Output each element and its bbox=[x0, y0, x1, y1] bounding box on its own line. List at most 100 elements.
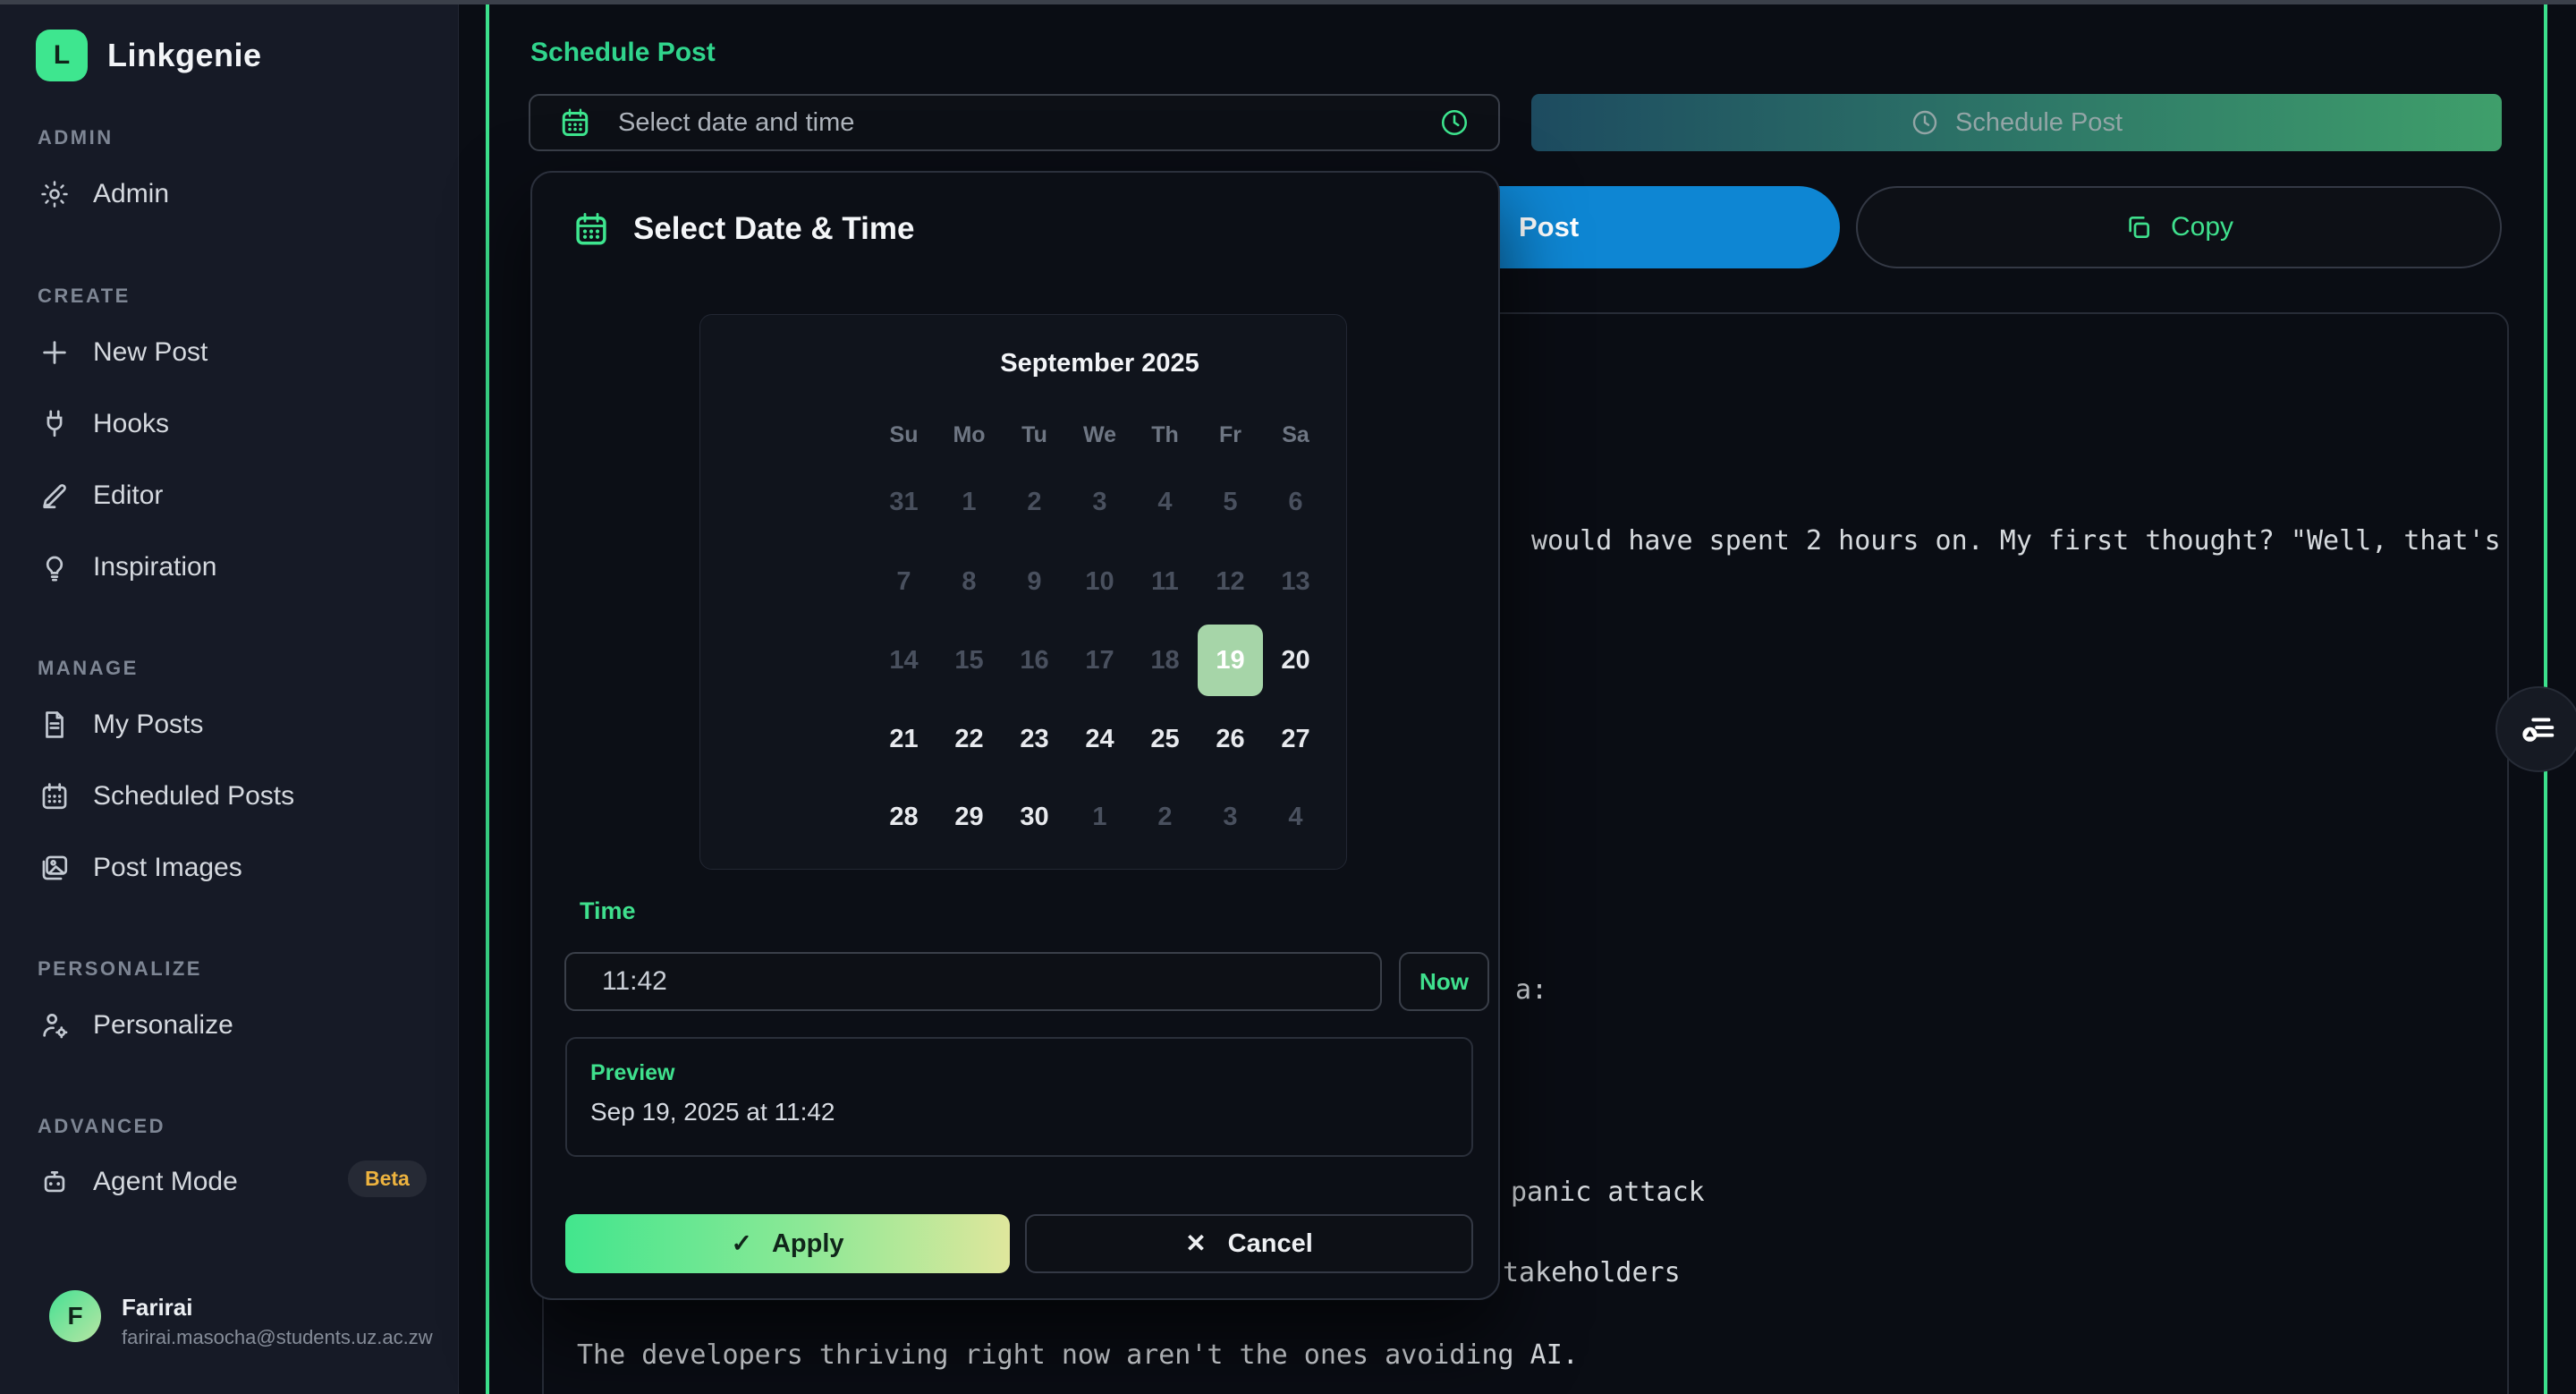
sidebar-item-label: Scheduled Posts bbox=[93, 781, 294, 812]
lightbulb-icon bbox=[39, 552, 70, 582]
copy-button-label: Copy bbox=[2171, 212, 2233, 242]
calendar-day[interactable]: 16 bbox=[1002, 625, 1067, 696]
clock-icon bbox=[1439, 107, 1470, 138]
calendar-day[interactable]: 2 bbox=[1132, 781, 1198, 853]
user-gear-icon bbox=[39, 1010, 70, 1041]
calendar-day[interactable]: 6 bbox=[1263, 466, 1328, 538]
calendar-day[interactable]: 7 bbox=[871, 546, 936, 617]
calendar-day[interactable]: 22 bbox=[936, 703, 1002, 775]
gear-icon bbox=[39, 179, 70, 209]
calendar-day[interactable]: 14 bbox=[871, 625, 936, 696]
queue-panel-toggle-button[interactable] bbox=[2496, 686, 2576, 772]
calendar-day[interactable]: 13 bbox=[1263, 546, 1328, 617]
weekday-label: Mo bbox=[936, 422, 1002, 448]
now-button[interactable]: Now bbox=[1399, 952, 1489, 1011]
sidebar-item-post-images[interactable]: Post Images bbox=[0, 839, 458, 897]
sidebar-item-agent-mode[interactable]: Agent Mode Beta bbox=[0, 1153, 458, 1211]
sidebar-item-new-post[interactable]: New Post bbox=[0, 324, 458, 381]
calendar-day[interactable]: 18 bbox=[1132, 625, 1198, 696]
post-text-line: a: bbox=[1515, 974, 1547, 1006]
preview-box: Preview Sep 19, 2025 at 11:42 bbox=[565, 1037, 1473, 1157]
sidebar-item-admin[interactable]: Admin bbox=[0, 166, 458, 223]
sidebar-item-inspiration[interactable]: Inspiration bbox=[0, 539, 458, 596]
calendar-day[interactable]: 12 bbox=[1198, 546, 1263, 617]
brand: L Linkgenie bbox=[36, 30, 262, 81]
calendar-day[interactable]: 24 bbox=[1067, 703, 1132, 775]
sidebar-item-label: Editor bbox=[93, 480, 163, 511]
section-advanced: ADVANCED bbox=[38, 1115, 165, 1138]
calendar-day[interactable]: 31 bbox=[871, 466, 936, 538]
weekday-label: Th bbox=[1132, 422, 1198, 448]
calendar-day[interactable]: 3 bbox=[1198, 781, 1263, 853]
pencil-icon bbox=[39, 480, 70, 511]
weekday-label: We bbox=[1067, 422, 1132, 448]
post-text-line: panic attack bbox=[1511, 1177, 1705, 1208]
weekday-row: Su Mo Tu We Th Fr Sa bbox=[871, 422, 1328, 448]
copy-button[interactable]: Copy bbox=[1856, 186, 2502, 268]
sidebar-item-label: Post Images bbox=[93, 853, 242, 883]
sidebar-item-personalize[interactable]: Personalize bbox=[0, 997, 458, 1054]
calendar-day[interactable]: 30 bbox=[1002, 781, 1067, 853]
calendar-day[interactable]: 21 bbox=[871, 703, 936, 775]
time-value: 11:42 bbox=[602, 966, 667, 997]
modal-header: Select Date & Time bbox=[572, 210, 915, 248]
calendar-day[interactable]: 4 bbox=[1263, 781, 1328, 853]
copy-icon bbox=[2124, 213, 2153, 242]
sidebar-item-label: Admin bbox=[93, 179, 169, 209]
calendar-day[interactable]: 23 bbox=[1002, 703, 1067, 775]
calendar-day[interactable]: 28 bbox=[871, 781, 936, 853]
calendar-day[interactable]: 15 bbox=[936, 625, 1002, 696]
calendar-day[interactable]: 2 bbox=[1002, 466, 1067, 538]
sidebar-item-label: Hooks bbox=[93, 409, 169, 439]
calendar-day[interactable]: 5 bbox=[1198, 466, 1263, 538]
sidebar-item-label: Agent Mode bbox=[93, 1167, 238, 1197]
calendar-week-row: 7 8 9 10 11 12 13 bbox=[871, 546, 1328, 617]
calendar-day[interactable]: 29 bbox=[936, 781, 1002, 853]
calendar-day-selected[interactable]: 19 bbox=[1198, 625, 1263, 696]
calendar-week-row: 31 1 2 3 4 5 6 bbox=[871, 466, 1328, 538]
calendar-icon bbox=[572, 210, 610, 248]
post-text-line: would have spent 2 hours on. My first th… bbox=[1531, 525, 2501, 557]
schedule-post-button[interactable]: Schedule Post bbox=[1531, 94, 2502, 151]
cancel-button[interactable]: ✕ Cancel bbox=[1025, 1214, 1473, 1273]
sidebar-item-editor[interactable]: Editor bbox=[0, 467, 458, 524]
weekday-label: Sa bbox=[1263, 422, 1328, 448]
modal-title: Select Date & Time bbox=[633, 211, 915, 247]
apply-button[interactable]: ✓ Apply bbox=[565, 1214, 1010, 1273]
calendar-day[interactable]: 26 bbox=[1198, 703, 1263, 775]
calendar-day[interactable]: 17 bbox=[1067, 625, 1132, 696]
cancel-button-label: Cancel bbox=[1228, 1229, 1313, 1259]
now-button-label: Now bbox=[1419, 968, 1469, 996]
weekday-label: Tu bbox=[1002, 422, 1067, 448]
calendar-day[interactable]: 8 bbox=[936, 546, 1002, 617]
clock-icon bbox=[1911, 108, 1939, 137]
date-time-input[interactable]: Select date and time bbox=[529, 94, 1500, 151]
sidebar-item-scheduled-posts[interactable]: Scheduled Posts bbox=[0, 768, 458, 825]
sidebar-item-hooks[interactable]: Hooks bbox=[0, 395, 458, 453]
calendar-icon bbox=[39, 781, 70, 812]
robot-icon bbox=[39, 1167, 70, 1197]
apply-button-label: Apply bbox=[772, 1229, 844, 1259]
calendar-day[interactable]: 11 bbox=[1132, 546, 1198, 617]
calendar-day[interactable]: 27 bbox=[1263, 703, 1328, 775]
calendar-day[interactable]: 3 bbox=[1067, 466, 1132, 538]
sidebar-item-label: My Posts bbox=[93, 710, 203, 740]
calendar-day[interactable]: 10 bbox=[1067, 546, 1132, 617]
calendar-day[interactable]: 1 bbox=[936, 466, 1002, 538]
sidebar-item-label: Inspiration bbox=[93, 552, 216, 582]
weekday-label: Fr bbox=[1198, 422, 1263, 448]
calendar-day[interactable]: 4 bbox=[1132, 466, 1198, 538]
time-input[interactable]: 11:42 bbox=[564, 952, 1382, 1011]
calendar-day[interactable]: 25 bbox=[1132, 703, 1198, 775]
calendar-day[interactable]: 20 bbox=[1263, 625, 1328, 696]
user-name: Farirai bbox=[122, 1294, 193, 1322]
sidebar: L Linkgenie ADMIN Admin CREATE New Post … bbox=[0, 0, 459, 1394]
calendar-day[interactable]: 9 bbox=[1002, 546, 1067, 617]
user-profile[interactable]: F Farirai farirai.masocha@students.uz.ac… bbox=[0, 1278, 458, 1394]
section-create: CREATE bbox=[38, 285, 131, 308]
calendar-day[interactable]: 1 bbox=[1067, 781, 1132, 853]
section-manage: MANAGE bbox=[38, 657, 139, 680]
sidebar-item-my-posts[interactable]: My Posts bbox=[0, 696, 458, 753]
calendar-month-label: September 2025 bbox=[871, 349, 1328, 378]
user-email: farirai.masocha@students.uz.ac.zw bbox=[122, 1326, 433, 1349]
